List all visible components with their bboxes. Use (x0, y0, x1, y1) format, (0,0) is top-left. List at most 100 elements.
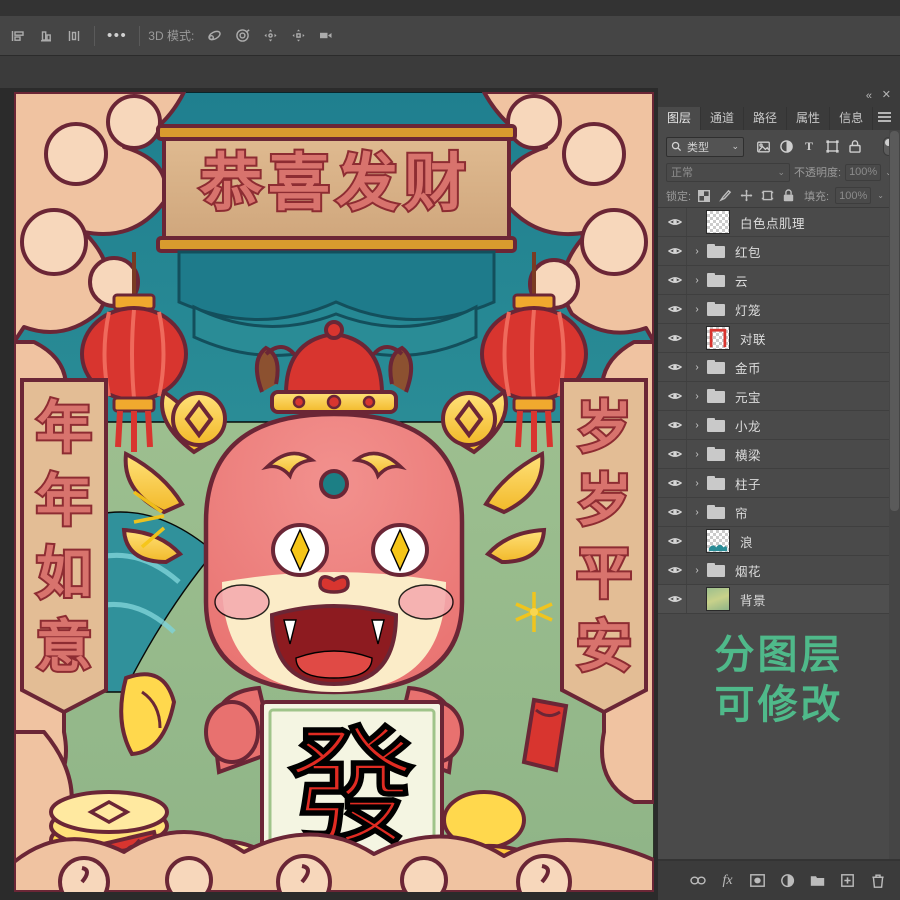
new-layer-icon[interactable] (839, 872, 856, 889)
new-fill-adjustment-icon[interactable] (779, 872, 796, 889)
layer-name[interactable]: 金币 (735, 358, 761, 377)
layer-name[interactable]: 元宝 (735, 387, 761, 406)
align-bottom-edges-icon[interactable] (32, 22, 60, 50)
table-row[interactable]: › 烟花 (658, 556, 900, 585)
expand-group-icon[interactable]: › (690, 391, 704, 402)
table-row[interactable]: › 灯笼 (658, 295, 900, 324)
tab-properties[interactable]: 属性 (787, 107, 831, 130)
opacity-value[interactable]: 100% (845, 163, 882, 181)
expand-group-icon[interactable]: › (690, 478, 704, 489)
layer-name[interactable]: 浪 (740, 532, 753, 551)
layer-visibility-icon[interactable] (664, 333, 686, 343)
table-row[interactable]: › 横梁 (658, 440, 900, 469)
layer-visibility-icon[interactable] (664, 304, 686, 314)
layer-visibility-icon[interactable] (664, 507, 686, 517)
align-left-edges-icon[interactable] (4, 22, 32, 50)
lock-position-icon[interactable] (739, 189, 753, 203)
expand-group-icon[interactable]: › (690, 246, 704, 257)
expand-group-icon[interactable]: › (690, 304, 704, 315)
fill-stepper-icon[interactable]: ⌄ (877, 191, 884, 200)
table-row[interactable]: › 红包 (658, 237, 900, 266)
distribute-horizontal-icon[interactable] (60, 22, 88, 50)
table-row[interactable]: › 帘 (658, 498, 900, 527)
layer-visibility-icon[interactable] (664, 391, 686, 401)
layer-list[interactable]: 白色点肌理 › 红包 › 云 › 灯笼 对联 › 金币 › 元宝 › 小龙 › … (658, 208, 900, 614)
table-row[interactable]: 背景 (658, 585, 900, 614)
close-panel-icon[interactable]: ✕ (882, 89, 891, 101)
expand-group-icon[interactable]: › (690, 275, 704, 286)
layer-style-fx-icon[interactable]: fx (719, 872, 736, 889)
delete-layer-icon[interactable] (869, 872, 886, 889)
canvas[interactable]: 恭喜发财 年 年 如 意 岁 岁 平 安 發 (14, 92, 654, 892)
lock-all-icon[interactable] (781, 189, 795, 203)
filter-type-icon[interactable]: T (801, 139, 817, 155)
tab-paths[interactable]: 路径 (744, 107, 788, 130)
orbit-3d-icon[interactable] (200, 22, 228, 50)
expand-group-icon[interactable]: › (690, 420, 704, 431)
layer-visibility-icon[interactable] (664, 536, 686, 546)
table-row[interactable]: › 小龙 (658, 411, 900, 440)
add-layer-mask-icon[interactable] (749, 872, 766, 889)
layer-visibility-icon[interactable] (664, 362, 686, 372)
expand-group-icon[interactable]: › (690, 449, 704, 460)
fill-value[interactable]: 100% (835, 187, 872, 204)
layer-visibility-icon[interactable] (664, 594, 686, 604)
more-options-button[interactable]: ••• (101, 27, 133, 44)
layer-visibility-icon[interactable] (664, 217, 686, 227)
roll-3d-icon[interactable] (228, 22, 256, 50)
table-row[interactable]: › 元宝 (658, 382, 900, 411)
folder-icon (707, 418, 725, 432)
new-group-icon[interactable] (809, 872, 826, 889)
camera-3d-icon[interactable] (312, 22, 340, 50)
table-row[interactable]: › 云 (658, 266, 900, 295)
layer-name[interactable]: 横梁 (735, 445, 761, 464)
layer-name[interactable]: 背景 (740, 590, 766, 609)
slide-3d-icon[interactable] (284, 22, 312, 50)
lock-bar: 锁定: 填充: 100% ⌄ (658, 184, 900, 208)
layer-name[interactable]: 白色点肌理 (740, 213, 805, 232)
layer-visibility-icon[interactable] (664, 246, 686, 256)
scrollbar-thumb[interactable] (890, 131, 899, 511)
tab-layers[interactable]: 图层 (658, 107, 702, 130)
layer-visibility-icon[interactable] (664, 478, 686, 488)
filter-adjustment-icon[interactable] (778, 139, 794, 155)
link-layers-icon[interactable] (689, 872, 706, 889)
collapse-panel-icon[interactable]: « (866, 90, 872, 102)
table-row[interactable]: 浪 (658, 527, 900, 556)
layer-name[interactable]: 灯笼 (735, 300, 761, 319)
panel-menu-icon[interactable] (878, 110, 894, 124)
expand-group-icon[interactable]: › (690, 507, 704, 518)
layer-name[interactable]: 红包 (735, 242, 761, 261)
expand-group-icon[interactable]: › (690, 565, 704, 576)
layer-visibility-icon[interactable] (664, 565, 686, 575)
lock-artboard-nesting-icon[interactable] (760, 189, 774, 203)
table-row[interactable]: › 金币 (658, 353, 900, 382)
tab-info[interactable]: 信息 (830, 107, 874, 130)
lock-transparent-pixels-icon[interactable] (697, 189, 711, 203)
tab-channels[interactable]: 通道 (701, 107, 745, 130)
layer-visibility-icon[interactable] (664, 275, 686, 285)
table-row[interactable]: 白色点肌理 (658, 208, 900, 237)
artwork-illustration: 恭喜发财 年 年 如 意 岁 岁 平 安 發 (14, 92, 654, 892)
expand-group-icon[interactable]: › (690, 362, 704, 373)
lock-image-pixels-icon[interactable] (718, 189, 732, 203)
layer-name[interactable]: 云 (735, 271, 748, 290)
table-row[interactable]: 对联 (658, 324, 900, 353)
folder-icon (707, 302, 725, 316)
filter-type-select[interactable]: 类型 ⌄ (666, 136, 744, 157)
layer-visibility-icon[interactable] (664, 420, 686, 430)
filter-smartobject-icon[interactable] (847, 139, 863, 155)
layers-scrollbar[interactable] (889, 130, 900, 900)
column-divider (686, 382, 687, 410)
layer-name[interactable]: 帘 (735, 503, 748, 522)
pan-3d-icon[interactable] (256, 22, 284, 50)
blend-mode-select[interactable]: 正常 ⌄ (666, 162, 790, 182)
layer-name[interactable]: 烟花 (735, 561, 761, 580)
filter-shape-icon[interactable] (824, 139, 840, 155)
layer-name[interactable]: 柱子 (735, 474, 761, 493)
table-row[interactable]: › 柱子 (658, 469, 900, 498)
layer-visibility-icon[interactable] (664, 449, 686, 459)
layer-name[interactable]: 对联 (740, 329, 766, 348)
layer-name[interactable]: 小龙 (735, 416, 761, 435)
filter-pixel-icon[interactable] (755, 139, 771, 155)
